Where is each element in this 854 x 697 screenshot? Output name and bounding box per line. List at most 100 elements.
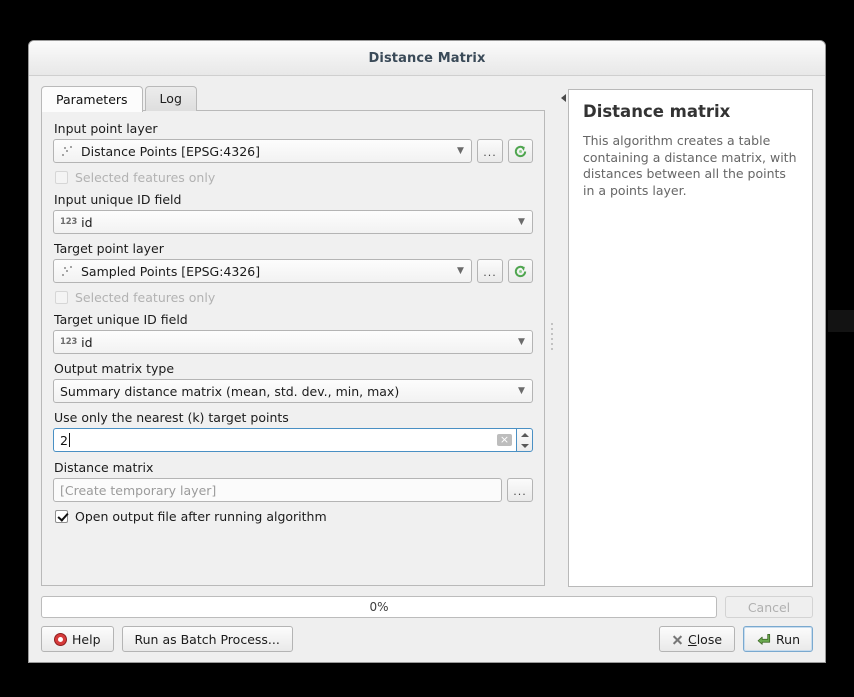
nearest-k-input[interactable]: 2 bbox=[53, 428, 516, 452]
target-point-layer-label: Target point layer bbox=[54, 241, 533, 256]
output-matrix-type-value: Summary distance matrix (mean, std. dev.… bbox=[60, 384, 515, 399]
distance-matrix-dialog: Distance Matrix Parameters Log bbox=[28, 40, 826, 663]
nearest-k-value: 2 bbox=[60, 433, 68, 448]
open-output-checkbox[interactable] bbox=[55, 510, 68, 523]
input-point-layer-row: Distance Points [EPSG:4326] ▼ ... bbox=[53, 139, 533, 163]
distance-matrix-output-row: [Create temporary layer] ... bbox=[53, 478, 533, 502]
numeric-field-icon: 123 bbox=[60, 217, 77, 227]
chevron-down-icon: ▼ bbox=[454, 147, 467, 156]
screen-edge-artifact bbox=[828, 310, 854, 332]
triangle-down-icon bbox=[521, 444, 529, 448]
iterate-icon bbox=[513, 144, 528, 159]
input-unique-id-field-combo[interactable]: 123 id ▼ bbox=[53, 210, 533, 234]
progress-bar: 0% bbox=[41, 596, 717, 618]
target-point-layer-browse-button[interactable]: ... bbox=[477, 259, 503, 283]
help-button[interactable]: Help bbox=[41, 626, 114, 652]
progress-text: 0% bbox=[369, 600, 388, 614]
close-mnemonic: C bbox=[688, 632, 697, 647]
parameters-pane: Parameters Log Input point layer Dist bbox=[41, 86, 545, 587]
cancel-button[interactable]: Cancel bbox=[725, 596, 813, 618]
run-as-batch-label: Run as Batch Process... bbox=[135, 632, 280, 647]
output-matrix-type-row: Summary distance matrix (mean, std. dev.… bbox=[53, 379, 533, 403]
tab-parameters-label: Parameters bbox=[56, 92, 128, 107]
clear-icon[interactable] bbox=[497, 434, 512, 446]
chevron-left-icon bbox=[561, 94, 566, 102]
input-point-layer-value: Distance Points [EPSG:4326] bbox=[81, 144, 454, 159]
tabbar: Parameters Log bbox=[41, 86, 545, 111]
nearest-k-label: Use only the nearest (k) target points bbox=[54, 410, 533, 425]
open-output-label: Open output file after running algorithm bbox=[75, 509, 327, 524]
output-matrix-type-combo[interactable]: Summary distance matrix (mean, std. dev.… bbox=[53, 379, 533, 403]
tab-log[interactable]: Log bbox=[145, 86, 197, 111]
input-selected-features-only-row[interactable]: Selected features only bbox=[55, 170, 533, 185]
target-unique-id-field-row: 123 id ▼ bbox=[53, 330, 533, 354]
input-point-layer-iterate-button[interactable] bbox=[508, 139, 533, 163]
spin-down-button[interactable] bbox=[517, 440, 532, 451]
help-pane: Distance matrix This algorithm creates a… bbox=[559, 86, 813, 587]
left-button-group: Help Run as Batch Process... bbox=[41, 626, 293, 652]
bottom-bar: 0% Cancel Help Run as Batch Process... bbox=[41, 587, 813, 652]
input-selected-features-only-label: Selected features only bbox=[75, 170, 215, 185]
target-unique-id-field-label: Target unique ID field bbox=[54, 312, 533, 327]
nearest-k-spinner[interactable]: 2 bbox=[53, 428, 533, 452]
target-selected-features-only-label: Selected features only bbox=[75, 290, 215, 305]
parameters-panel: Input point layer Distance Points [EPSG:… bbox=[41, 110, 545, 586]
target-selected-features-only-checkbox[interactable] bbox=[55, 291, 68, 304]
run-button[interactable]: Run bbox=[743, 626, 813, 652]
close-button-label: Close bbox=[688, 632, 722, 647]
action-buttons-row: Help Run as Batch Process... Close bbox=[41, 626, 813, 652]
collapse-help-button[interactable] bbox=[559, 89, 568, 587]
nearest-k-spin-buttons bbox=[516, 428, 533, 452]
dialog-body: Parameters Log Input point layer Dist bbox=[29, 76, 825, 662]
run-button-label: Run bbox=[776, 632, 800, 647]
chevron-down-icon: ▼ bbox=[515, 387, 528, 396]
chevron-down-icon: ▼ bbox=[515, 218, 528, 227]
text-caret bbox=[69, 433, 70, 447]
right-button-group: Close Run bbox=[659, 626, 813, 652]
distance-matrix-output-browse-button[interactable]: ... bbox=[507, 478, 533, 502]
splitter-grip-icon bbox=[551, 323, 553, 350]
target-point-layer-row: Sampled Points [EPSG:4326] ▼ ... bbox=[53, 259, 533, 283]
close-button[interactable]: Close bbox=[659, 626, 735, 652]
chevron-down-icon: ▼ bbox=[454, 267, 467, 276]
distance-matrix-output-label: Distance matrix bbox=[54, 460, 533, 475]
target-point-layer-value: Sampled Points [EPSG:4326] bbox=[81, 264, 454, 279]
lifebuoy-icon bbox=[54, 633, 67, 646]
run-arrow-icon bbox=[756, 632, 771, 647]
triangle-up-icon bbox=[521, 433, 529, 437]
target-point-layer-iterate-button[interactable] bbox=[508, 259, 533, 283]
tab-log-label: Log bbox=[160, 91, 182, 106]
input-unique-id-field-label: Input unique ID field bbox=[54, 192, 533, 207]
input-point-layer-combo[interactable]: Distance Points [EPSG:4326] ▼ bbox=[53, 139, 472, 163]
progress-row: 0% Cancel bbox=[41, 596, 813, 618]
help-box: Distance matrix This algorithm creates a… bbox=[568, 89, 813, 587]
point-layer-icon bbox=[60, 263, 76, 279]
cancel-button-label: Cancel bbox=[748, 600, 790, 615]
distance-matrix-output-input[interactable]: [Create temporary layer] bbox=[53, 478, 502, 502]
target-unique-id-field-value: id bbox=[81, 335, 515, 350]
input-unique-id-field-value: id bbox=[81, 215, 515, 230]
input-selected-features-only-checkbox[interactable] bbox=[55, 171, 68, 184]
input-point-layer-browse-button[interactable]: ... bbox=[477, 139, 503, 163]
target-selected-features-only-row[interactable]: Selected features only bbox=[55, 290, 533, 305]
screen: Distance Matrix Parameters Log bbox=[0, 0, 854, 697]
close-button-rest: lose bbox=[697, 632, 722, 647]
numeric-field-icon: 123 bbox=[60, 337, 77, 347]
pane-splitter[interactable] bbox=[545, 86, 559, 587]
open-output-row[interactable]: Open output file after running algorithm bbox=[55, 509, 533, 524]
tab-parameters[interactable]: Parameters bbox=[41, 86, 143, 112]
point-layer-icon bbox=[60, 143, 76, 159]
input-unique-id-field-row: 123 id ▼ bbox=[53, 210, 533, 234]
distance-matrix-output-placeholder: [Create temporary layer] bbox=[60, 483, 216, 498]
run-as-batch-button[interactable]: Run as Batch Process... bbox=[122, 626, 293, 652]
help-title: Distance matrix bbox=[583, 102, 798, 122]
window-titlebar: Distance Matrix bbox=[29, 41, 825, 76]
output-matrix-type-label: Output matrix type bbox=[54, 361, 533, 376]
target-unique-id-field-combo[interactable]: 123 id ▼ bbox=[53, 330, 533, 354]
window-title: Distance Matrix bbox=[369, 51, 486, 66]
spin-up-button[interactable] bbox=[517, 429, 532, 440]
help-body: This algorithm creates a table containin… bbox=[583, 133, 798, 199]
help-button-label: Help bbox=[72, 632, 101, 647]
dialog-split: Parameters Log Input point layer Dist bbox=[41, 86, 813, 587]
target-point-layer-combo[interactable]: Sampled Points [EPSG:4326] ▼ bbox=[53, 259, 472, 283]
